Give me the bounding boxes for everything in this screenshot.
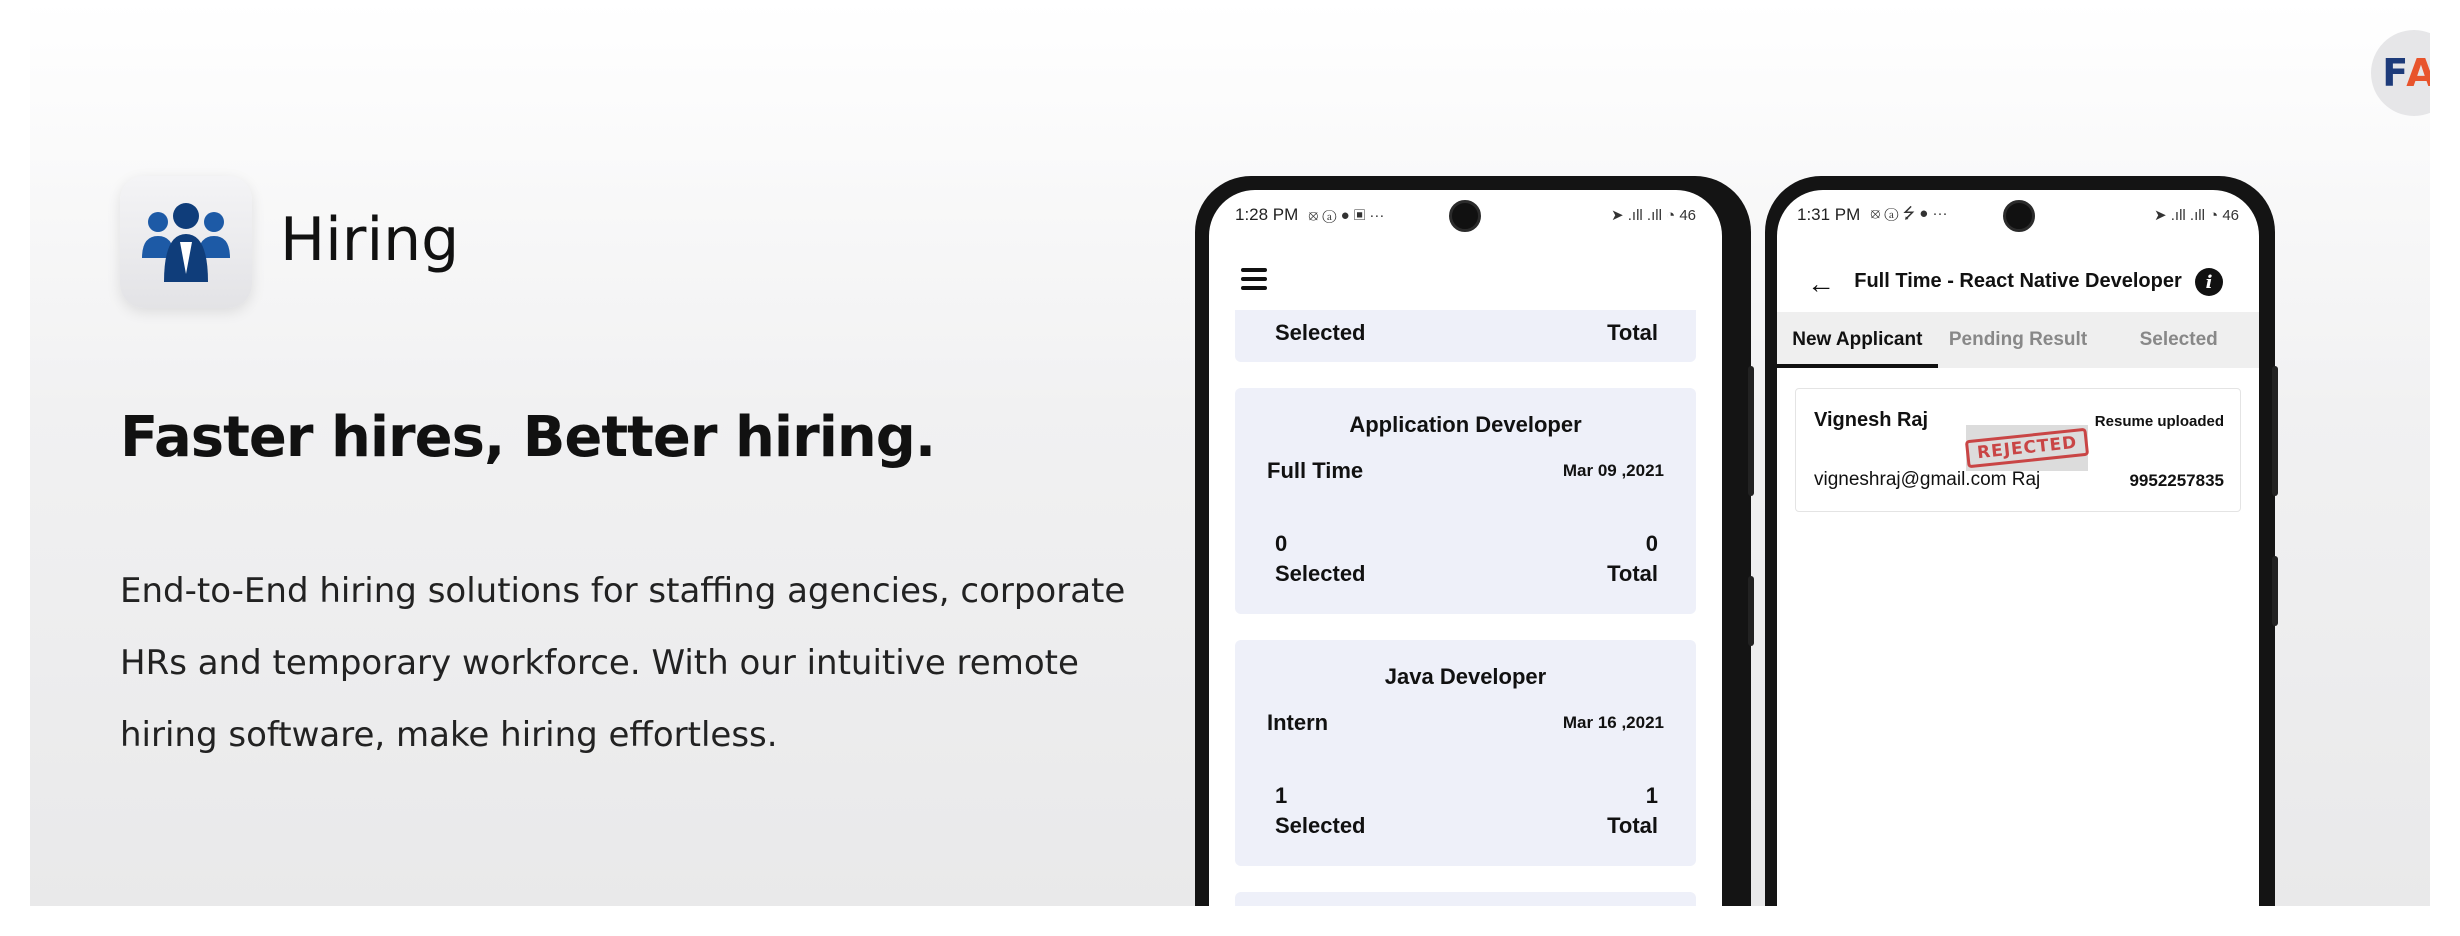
- people-group-icon: [142, 203, 230, 282]
- phone-mockup-jobs: 1:28 PM ⦻ ⓐ ● ▣ ··· ➤ .ıll .ıll ◔ 46 Sel…: [1195, 176, 1754, 906]
- phone-side-button: [1748, 366, 1754, 496]
- rejected-stamp: REJECTED: [1964, 425, 2090, 471]
- applicant-card[interactable]: Vignesh Raj REJECTED Resume uploaded vig…: [1795, 388, 2241, 512]
- applicant-phone: 9952257835: [2129, 471, 2224, 490]
- job-type: Intern: [1267, 710, 1329, 735]
- phone-screen: 1:31 PM ⦻ ⓐ ⭍ ● ··· ➤ .ıll .ıll ◔ 46 ← F…: [1777, 190, 2259, 906]
- status-signal-icons: ➤ .ıll .ıll ◔ 46: [2154, 207, 2239, 224]
- job-card[interactable]: Application Developer Full Time Mar 09 ,…: [1235, 388, 1696, 614]
- selected-label: Selected: [1275, 320, 1366, 345]
- applicant-name: Vignesh Raj: [1814, 409, 1929, 431]
- total-label: Total: [1607, 561, 1658, 586]
- info-icon[interactable]: i: [2195, 268, 2223, 296]
- total-count: 0: [1645, 531, 1658, 556]
- total-count: 1: [1645, 783, 1658, 808]
- fai-logo: FAI: [2371, 30, 2430, 116]
- status-notification-icons: ⦻ ⓐ ● ▣ ···: [1308, 206, 1385, 224]
- hamburger-menu-icon[interactable]: [1241, 268, 1267, 290]
- phone-mockup-applicants: 1:31 PM ⦻ ⓐ ⭍ ● ··· ➤ .ıll .ıll ◔ 46 ← F…: [1765, 176, 2278, 906]
- headline: Faster hires, Better hiring.: [120, 405, 936, 470]
- status-notification-icons: ⦻ ⓐ ⭍ ● ···: [1870, 204, 1948, 222]
- tab-bar: New Applicant Pending Result Selected: [1777, 312, 2259, 368]
- total-label: Total: [1607, 320, 1658, 345]
- toolbar: [1209, 250, 1722, 310]
- status-time: 1:28 PM: [1235, 205, 1299, 224]
- total-label: Total: [1607, 813, 1658, 838]
- job-card[interactable]: Java Developer Intern Mar 16 ,2021 1 1 S…: [1235, 640, 1696, 866]
- phone-side-button: [1748, 576, 1754, 646]
- applicant-email: vigneshraj@gmail.com Raj: [1814, 469, 2041, 490]
- tab-new-applicant[interactable]: New Applicant: [1777, 312, 1938, 368]
- description: End-to-End hiring solutions for staffing…: [120, 571, 1126, 755]
- job-type: Full Time: [1267, 458, 1364, 483]
- logo-letter-f: F: [2382, 51, 2408, 95]
- tab-selected[interactable]: Selected: [2098, 312, 2259, 368]
- selected-count: 1: [1275, 783, 1288, 808]
- job-date: Mar 16 ,2021: [1562, 713, 1664, 732]
- status-bar: 1:28 PM ⦻ ⓐ ● ▣ ··· ➤ .ıll .ıll ◔ 46: [1209, 190, 1722, 240]
- app-header: ← Full Time - React Native Developer i: [1777, 250, 2259, 312]
- status-time: 1:31 PM: [1797, 205, 1861, 224]
- phone-screen: 1:28 PM ⦻ ⓐ ● ▣ ··· ➤ .ıll .ıll ◔ 46 Sel…: [1209, 190, 1722, 906]
- stamp-text: REJECTED: [1964, 427, 2090, 469]
- selected-label: Selected: [1275, 561, 1366, 586]
- status-signal-icons: ➤ .ıll .ıll ◔ 46: [1611, 207, 1696, 224]
- job-title: Java Developer: [1384, 664, 1547, 689]
- logo-letters-ai: AI: [2406, 51, 2430, 95]
- tab-pending-result[interactable]: Pending Result: [1938, 312, 2099, 368]
- phone-side-button: [2272, 366, 2278, 496]
- app-name: Hiring: [280, 205, 460, 275]
- status-bar: 1:31 PM ⦻ ⓐ ⭍ ● ··· ➤ .ıll .ıll ◔ 46: [1777, 190, 2259, 240]
- phone-side-button: [2272, 556, 2278, 626]
- job-card-partial[interactable]: Selected Total: [1235, 310, 1696, 362]
- promo-banner: FAI Hiring Faster hires, Better hiring. …: [30, 0, 2430, 906]
- job-title: Application Developer: [1349, 412, 1582, 437]
- applicant-status: Resume uploaded: [2094, 413, 2224, 430]
- page-title: Full Time - React Native Developer: [1854, 270, 2182, 292]
- selected-count: 0: [1275, 531, 1288, 556]
- job-date: Mar 09 ,2021: [1562, 461, 1664, 480]
- job-card-partial[interactable]: [1235, 892, 1696, 906]
- selected-label: Selected: [1275, 813, 1366, 838]
- app-icon: [120, 176, 252, 308]
